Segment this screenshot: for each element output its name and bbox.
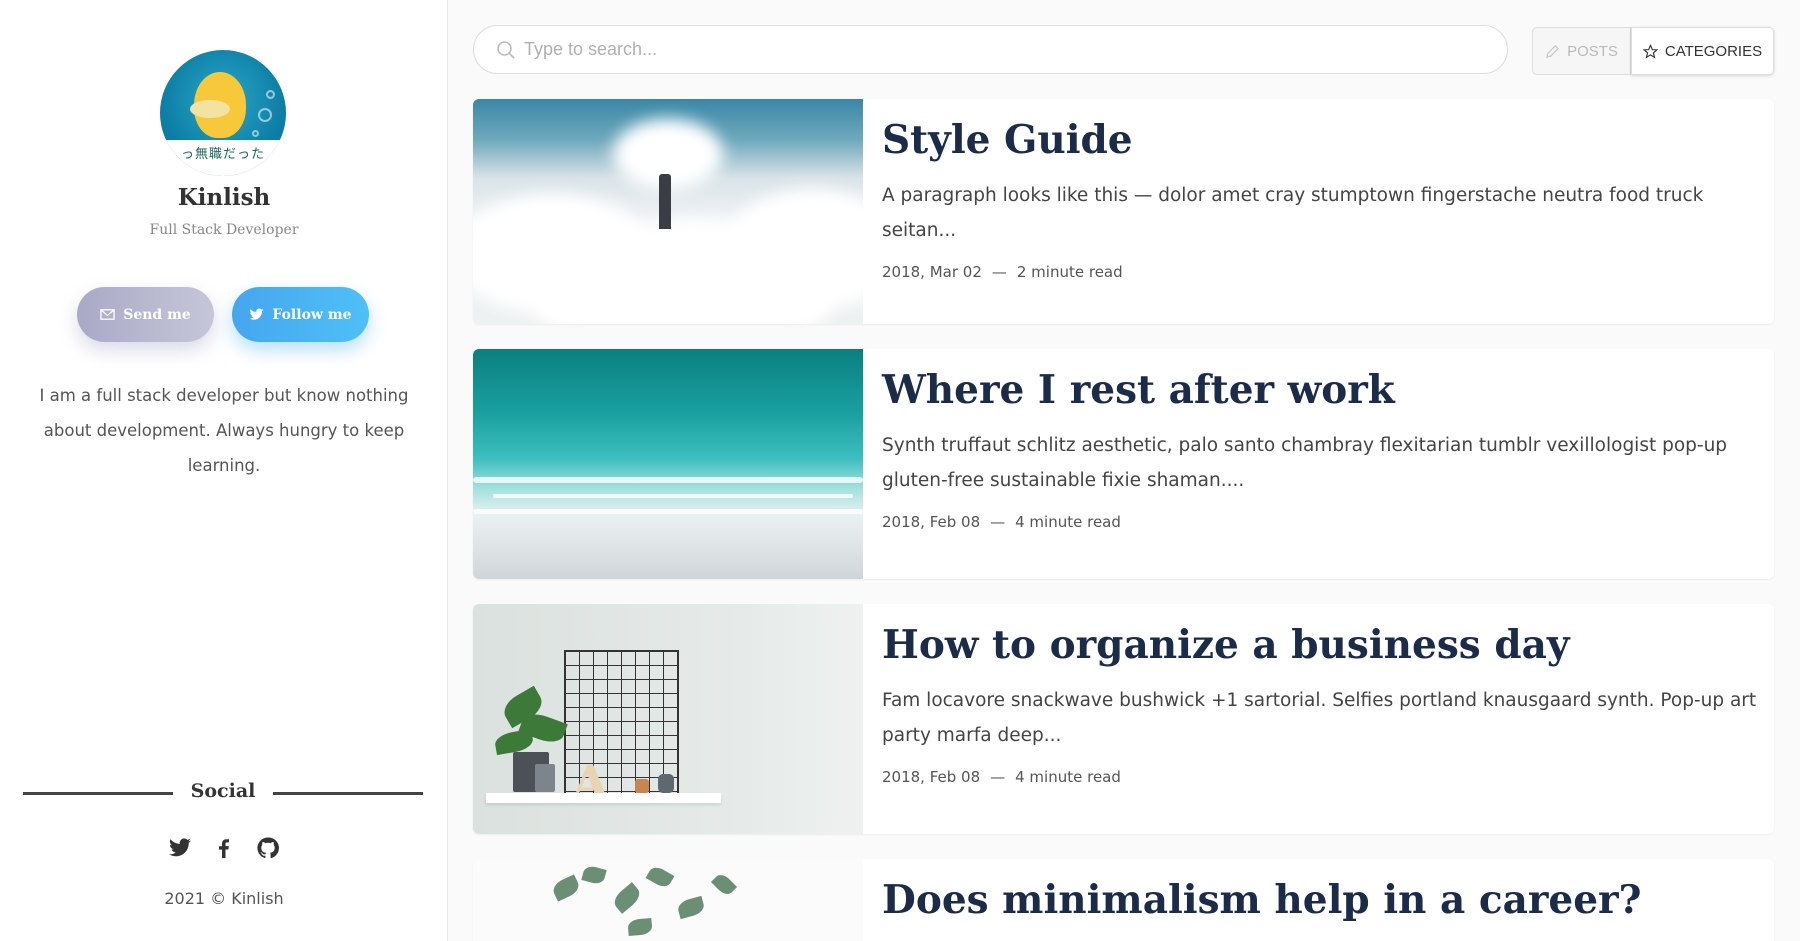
post-thumbnail: A — [473, 604, 863, 834]
avatar: っ無職だった — [160, 50, 286, 176]
post-excerpt: Synth truffaut schlitz aesthetic, palo s… — [882, 435, 1728, 491]
view-tabs: POSTS CATEGORIES — [1532, 27, 1774, 75]
post-read-time: 4 minute read — [1015, 768, 1121, 786]
post-title[interactable]: Where I rest after work — [882, 364, 1762, 416]
post-body: How to organize a business day Fam locav… — [882, 604, 1762, 786]
social-links — [168, 836, 280, 862]
profile-role: Full Stack Developer — [149, 222, 299, 238]
post-thumbnail — [473, 859, 863, 941]
tab-categories[interactable]: CATEGORIES — [1631, 27, 1774, 75]
post-meta: 2018, Feb 08 — 4 minute read — [882, 768, 1762, 786]
profile-sidebar: っ無職だった Kinlish Full Stack Developer Send… — [0, 0, 448, 941]
search-icon — [497, 40, 515, 59]
post-thumbnail — [473, 349, 863, 579]
meta-separator: — — [990, 513, 1006, 531]
twitter-icon[interactable] — [168, 836, 192, 860]
search-input[interactable] — [524, 39, 1474, 60]
tab-categories-label: CATEGORIES — [1664, 42, 1763, 60]
post-read-time: 2 minute read — [1016, 263, 1123, 281]
search-bar[interactable] — [473, 25, 1508, 74]
profile-bio: I am a full stack developer but know not… — [39, 386, 409, 475]
post-card[interactable]: A How to organize a business day Fam loc… — [473, 604, 1774, 834]
post-title[interactable]: Does minimalism help in a career? — [882, 874, 1762, 926]
bubble-decoration — [258, 108, 272, 122]
bubble-decoration — [252, 130, 259, 137]
post-date: 2018, Feb 08 — [882, 513, 981, 531]
post-meta: 2018, Mar 02 — 2 minute read — [882, 263, 1762, 281]
divider — [273, 792, 423, 795]
post-read-time: 4 minute read — [1015, 513, 1121, 531]
mail-icon — [100, 309, 115, 320]
post-body: Style Guide A paragraph looks like this … — [882, 99, 1762, 281]
post-excerpt: A paragraph looks like this — dolor amet… — [882, 185, 1704, 241]
facebook-icon[interactable] — [212, 836, 236, 860]
pencil-icon — [1546, 44, 1560, 58]
follow-me-button[interactable]: Follow me — [232, 287, 369, 342]
post-card[interactable]: Style Guide A paragraph looks like this … — [473, 99, 1774, 324]
send-me-button[interactable]: Send me — [77, 287, 214, 342]
copyright-text: 2021 © Kinlish — [164, 889, 284, 908]
post-card[interactable]: Where I rest after work Synth truffaut s… — [473, 349, 1774, 579]
meta-separator: — — [991, 263, 1007, 281]
tab-posts-label: POSTS — [1567, 42, 1618, 60]
social-section-header: Social — [23, 778, 423, 808]
shelf-shape — [486, 793, 721, 803]
social-title: Social — [190, 780, 256, 802]
post-title[interactable]: Style Guide — [882, 114, 1762, 166]
send-me-label: Send me — [123, 306, 191, 323]
post-excerpt: Fam locavore snackwave bushwick +1 sarto… — [882, 690, 1757, 746]
tab-posts[interactable]: POSTS — [1532, 27, 1631, 75]
post-date: 2018, Mar 02 — [882, 263, 982, 281]
twitter-icon — [250, 308, 264, 320]
profile-name: Kinlish — [177, 184, 271, 211]
avatar-character-bill — [190, 100, 230, 118]
lighthouse-shape — [659, 174, 671, 229]
post-body: Where I rest after work Synth truffaut s… — [882, 349, 1762, 531]
meta-separator: — — [990, 768, 1006, 786]
post-meta: 2018, Feb 08 — 4 minute read — [882, 513, 1762, 531]
post-card[interactable]: Does minimalism help in a career? — [473, 859, 1774, 941]
post-date: 2018, Feb 08 — [882, 768, 981, 786]
github-icon[interactable] — [256, 836, 280, 860]
bubble-decoration — [266, 90, 275, 99]
star-icon — [1642, 43, 1658, 58]
avatar-banner-text: っ無職だった — [160, 140, 286, 176]
post-thumbnail — [473, 99, 863, 324]
post-body: Does minimalism help in a career? — [882, 859, 1762, 926]
decor-letter: A — [571, 754, 610, 813]
post-title[interactable]: How to organize a business day — [882, 619, 1762, 671]
follow-me-label: Follow me — [272, 306, 352, 323]
